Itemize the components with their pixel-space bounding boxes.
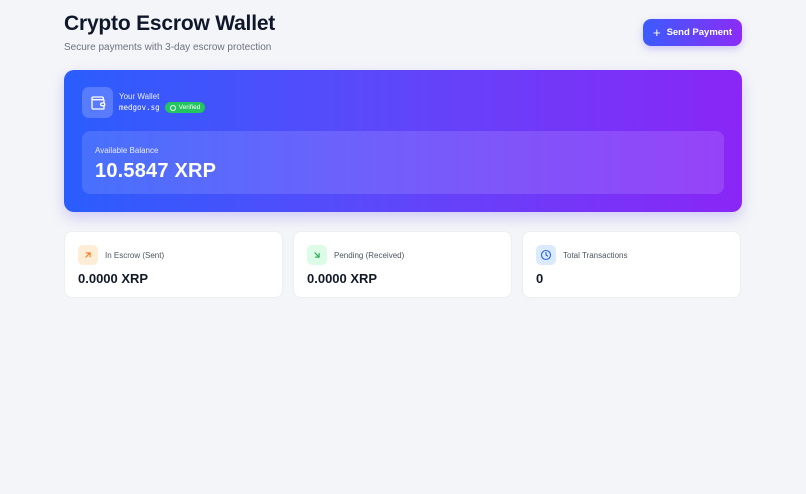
balance-label: Available Balance [95,146,159,155]
stat-card-in-escrow: In Escrow (Sent) 0.0000 XRP [64,231,283,298]
page-subtitle: Secure payments with 3-day escrow protec… [64,42,272,53]
wallet-address-row: medgov.sg Verified [119,102,206,113]
stat-label: Pending (Received) [334,251,405,260]
clock-icon [536,245,556,265]
send-payment-button[interactable]: + Send Payment [643,19,742,46]
balance-box: Available Balance 10.5847 XRP [82,131,724,194]
page-header: Crypto Escrow Wallet Secure payments wit… [64,12,275,53]
stat-value: 0.0000 XRP [78,271,149,286]
wallet-label: Your Wallet [119,92,160,101]
plus-icon: + [652,25,661,40]
wallet-address: medgov.sg [119,103,160,112]
verified-badge: Verified [164,102,206,113]
arrow-down-right-icon [307,245,327,265]
stat-card-total-transactions: Total Transactions 0 [522,231,741,298]
stat-label: In Escrow (Sent) [105,251,165,260]
wallet-icon [82,87,113,118]
stat-card-pending: Pending (Received) 0.0000 XRP [293,231,512,298]
stat-value: 0.0000 XRP [307,271,378,286]
stat-value: 0 [536,271,544,286]
wallet-card: Your Wallet medgov.sg Verified Available… [64,70,742,212]
check-circle-icon [169,104,176,111]
verified-label: Verified [178,104,201,111]
arrow-up-right-icon [78,245,98,265]
page: Crypto Escrow Wallet Secure payments wit… [0,0,806,494]
balance-value: 10.5847 XRP [95,160,217,182]
page-title: Crypto Escrow Wallet [64,12,276,35]
stat-label: Total Transactions [563,251,628,260]
send-payment-label: Send Payment [666,27,733,38]
